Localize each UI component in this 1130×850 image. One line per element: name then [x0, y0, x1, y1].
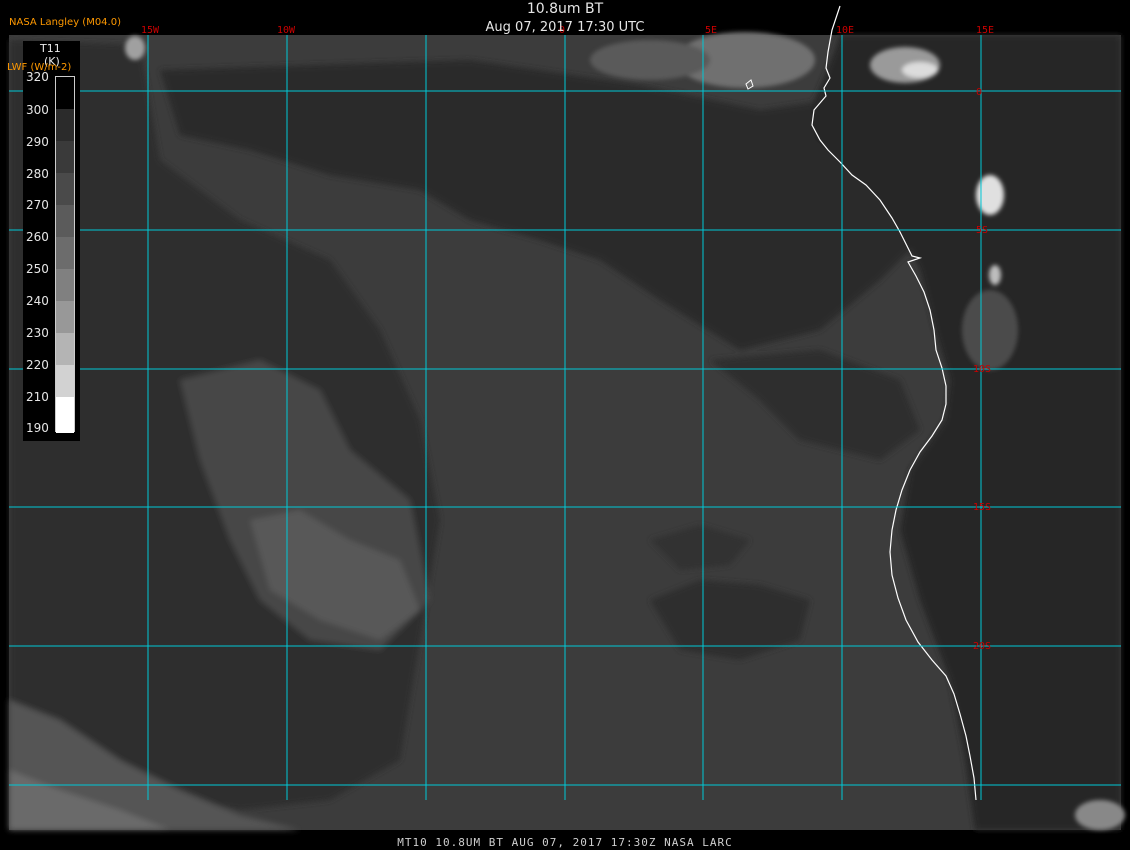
legend-label-270: 270 — [26, 198, 49, 212]
legend-label-230: 230 — [26, 326, 49, 340]
lat-label-20s: 20S — [973, 641, 991, 652]
legend-color-scale — [55, 76, 75, 433]
lat-label-5s: 5S — [976, 225, 988, 236]
legend-label-280: 280 — [26, 167, 49, 181]
legend-label-240: 240 — [26, 294, 49, 308]
satellite-map: 15W 10W 0 5E 10E 15E 0 5S 10S 15S 20S — [9, 5, 1125, 830]
legend-label-250: 250 — [26, 262, 49, 276]
lat-label-10s: 10S — [973, 364, 991, 375]
legend-label-300: 300 — [26, 103, 49, 117]
legend-label-220: 220 — [26, 358, 49, 372]
lat-label-0: 0 — [976, 87, 982, 98]
legend-label-320: 320 — [26, 70, 49, 84]
legend-label-210: 210 — [26, 390, 49, 404]
image-title: 10.8um BT — [526, 1, 604, 17]
credit-label: NASA Langley (M04.0) — [9, 17, 121, 28]
legend-variable: T11 — [40, 42, 61, 55]
lat-label-15s: 15S — [973, 502, 991, 513]
footer-caption: MT10 10.8UM BT AUG 07, 2017 17:30Z NASA … — [397, 836, 733, 849]
image-timestamp: Aug 07, 2017 17:30 UTC — [485, 20, 645, 35]
legend-label-290: 290 — [26, 135, 49, 149]
legend-label-260: 260 — [26, 230, 49, 244]
legend-label-190: 190 — [26, 421, 49, 435]
